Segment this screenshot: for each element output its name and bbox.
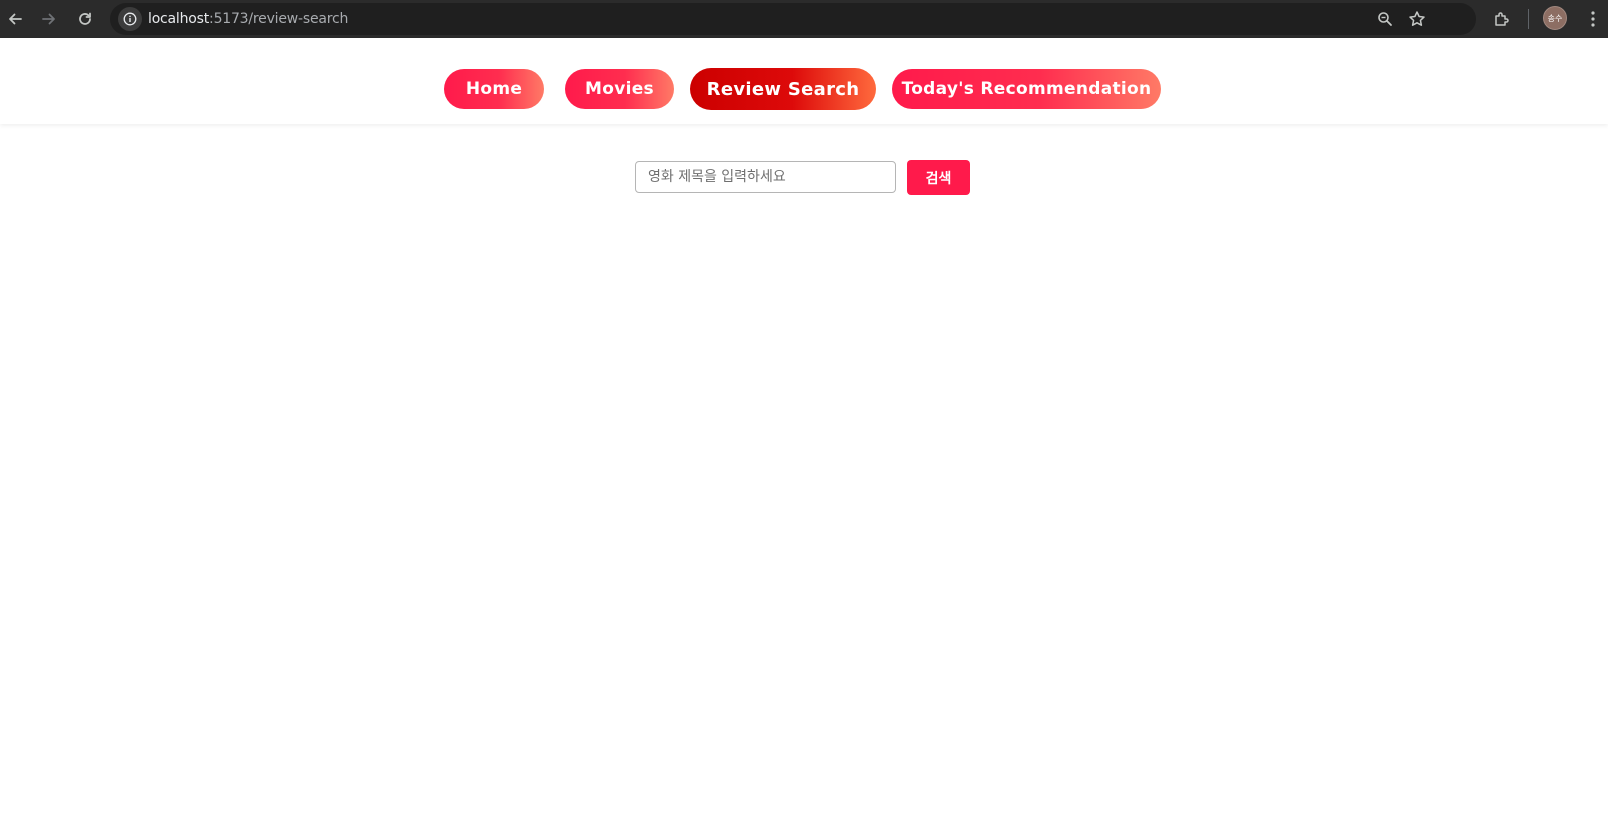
reload-icon[interactable]	[70, 4, 100, 34]
zoom-icon[interactable]	[1373, 7, 1397, 31]
site-header: Home Movies Review Search Today's Recomm…	[0, 38, 1608, 124]
extensions-icon[interactable]	[1487, 4, 1517, 34]
url-host: localhost	[148, 11, 210, 27]
address-bar[interactable]: localhost:5173/review-search	[110, 3, 1476, 35]
forward-arrow-icon[interactable]	[34, 4, 64, 34]
search-button[interactable]: 검색	[907, 160, 970, 195]
movie-title-search-input[interactable]	[635, 161, 896, 193]
url-text[interactable]: localhost:5173/review-search	[148, 3, 348, 35]
site-info-icon[interactable]	[118, 7, 142, 31]
browser-toolbar: localhost:5173/review-search 송수	[0, 0, 1608, 38]
nav-review-search-button[interactable]: Review Search	[690, 68, 876, 110]
profile-avatar[interactable]: 송수	[1543, 6, 1567, 30]
nav-todays-recommendation-button[interactable]: Today's Recommendation	[892, 69, 1161, 109]
bookmark-star-icon[interactable]	[1405, 7, 1429, 31]
nav-movies-button[interactable]: Movies	[565, 69, 674, 109]
url-path: :5173/review-search	[209, 11, 349, 27]
toolbar-separator	[1528, 9, 1529, 29]
kebab-menu-icon[interactable]	[1578, 4, 1608, 34]
nav-home-button[interactable]: Home	[444, 69, 544, 109]
back-arrow-icon[interactable]	[0, 4, 30, 34]
